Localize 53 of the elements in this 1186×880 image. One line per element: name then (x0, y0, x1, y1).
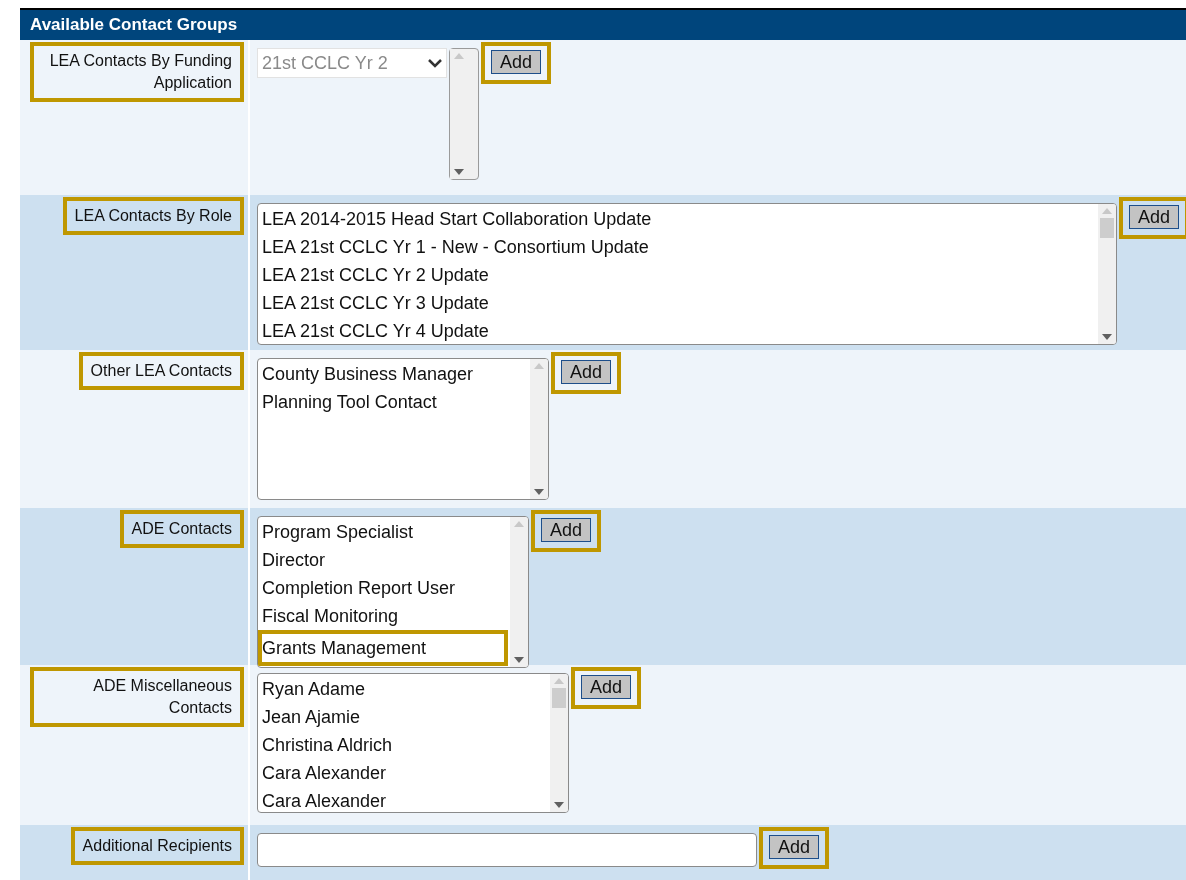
list-option[interactable]: LEA 2014-2015 Head Start Collaboration Update (262, 205, 1098, 233)
scrollbar[interactable] (1098, 204, 1116, 344)
list-option[interactable]: Jean Ajamie (262, 703, 550, 731)
scroll-down-icon[interactable] (534, 489, 544, 495)
scroll-up-icon[interactable] (514, 521, 524, 527)
list-box[interactable]: Ryan Adame Jean Ajamie Christina Aldrich Cara Alexander Cara Alexander (257, 673, 569, 813)
scroll-down-icon[interactable] (554, 802, 564, 808)
add-button[interactable]: Add (561, 360, 612, 384)
scroll-thumb[interactable] (552, 688, 566, 708)
list-option[interactable]: LEA 21st CCLC Yr 2 Update (262, 261, 1098, 289)
scrollbar[interactable] (550, 674, 568, 812)
list-box[interactable]: LEA 2014-2015 Head Start Collaboration Update LEA 21st CCLC Yr 1 - New - Consortium Update LEA 21st CCLC Yr 2 Update LEA 21st CCLC Yr 3 Update LEA 21st CCLC Yr 4 Update (257, 203, 1117, 345)
list-option[interactable]: Grants Management (262, 634, 504, 662)
scroll-down-icon[interactable] (454, 169, 464, 175)
list-option[interactable]: Director (262, 546, 510, 574)
scroll-thumb[interactable] (1100, 218, 1114, 238)
list-option[interactable]: Program Specialist (262, 518, 510, 546)
list-option[interactable]: LEA 21st CCLC Yr 4 Update (262, 317, 1098, 344)
add-button[interactable]: Add (581, 675, 632, 699)
scroll-up-icon[interactable] (534, 363, 544, 369)
list-option[interactable]: Christina Aldrich (262, 731, 550, 759)
list-box[interactable]: Program Specialist Director Completion Report User Fiscal Monitoring Grants Management (257, 516, 529, 668)
list-option[interactable]: LEA 21st CCLC Yr 1 - New - Consortium Update (262, 233, 1098, 261)
panel-header: Available Contact Groups (20, 8, 1186, 40)
scroll-down-icon[interactable] (514, 657, 524, 663)
field-label: Other LEA Contacts (90, 361, 232, 381)
field-label: LEA Contacts By Funding Application (48, 51, 232, 93)
scroll-up-icon[interactable] (454, 53, 464, 59)
list-option[interactable]: Cara Alexander (262, 787, 550, 812)
scroll-up-icon[interactable] (554, 678, 564, 684)
add-button[interactable]: Add (769, 835, 820, 859)
list-box[interactable] (449, 48, 479, 180)
list-box[interactable]: County Business Manager Planning Tool Contact (257, 358, 549, 500)
recipient-input[interactable] (257, 833, 757, 867)
field-label: Additional Recipients (82, 836, 232, 856)
list-option[interactable]: Planning Tool Contact (262, 388, 530, 416)
chevron-down-icon (428, 58, 442, 68)
field-label: ADE Miscellaneous Contacts (92, 676, 232, 718)
list-option[interactable]: County Business Manager (262, 360, 530, 388)
add-button[interactable]: Add (491, 50, 542, 74)
list-option[interactable]: Fiscal Monitoring (262, 602, 510, 630)
scroll-up-icon[interactable] (1102, 208, 1112, 214)
list-option[interactable]: Completion Report User (262, 574, 510, 602)
scrollbar[interactable] (530, 359, 548, 499)
scrollbar[interactable] (510, 517, 528, 667)
list-option[interactable]: Ryan Adame (262, 675, 550, 703)
add-button[interactable]: Add (541, 518, 592, 542)
list-option[interactable]: Cara Alexander (262, 759, 550, 787)
list-option[interactable]: LEA 21st CCLC Yr 3 Update (262, 289, 1098, 317)
scroll-down-icon[interactable] (1102, 334, 1112, 340)
field-label: ADE Contacts (131, 519, 232, 539)
add-button[interactable]: Add (1129, 205, 1180, 229)
field-label: LEA Contacts By Role (74, 206, 232, 226)
